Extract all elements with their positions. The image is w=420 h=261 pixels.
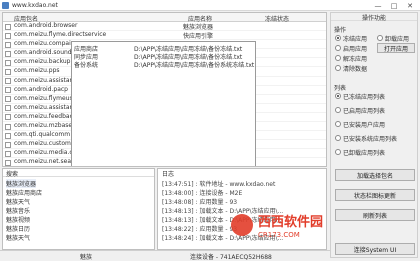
radio-clear-data[interactable]	[335, 65, 341, 71]
row-checkbox[interactable]	[5, 159, 11, 166]
row-package: com.android.pacp	[14, 85, 68, 93]
radio-enable[interactable]	[335, 45, 341, 51]
load-package-button[interactable]: 加载选择包名	[335, 169, 415, 181]
row-app-name: 魅族浏览器	[182, 24, 213, 31]
popup-row[interactable]: 同步应用 D:\APP\冻结应用\应用冻结\备份冻结.txt	[72, 52, 255, 61]
table-row[interactable]: com.android.browser 魅族浏览器	[3, 22, 326, 32]
row-checkbox[interactable]	[5, 114, 11, 121]
radio-clear-data-label: 清除数据	[343, 66, 368, 73]
window-title: www.kxdao.net	[12, 2, 58, 9]
status-bar: 魅族 连接设备 - 741AECQ52H688	[0, 250, 330, 261]
row-checkbox[interactable]	[5, 123, 11, 130]
open-app-button[interactable]: 打开应用	[377, 43, 415, 53]
watermark-subtext: CR173.COM	[258, 231, 300, 239]
update-statusbar-button[interactable]: 状态栏图标更新	[335, 189, 415, 201]
row-checkbox[interactable]	[5, 132, 11, 139]
maximize-button[interactable]: □	[386, 0, 402, 11]
popup-row[interactable]: 应用商店 D:\APP\冻结应用\应用冻结\备份冻结.txt	[72, 44, 255, 53]
popup-row[interactable]: 备份系统 D:\APP\冻结应用\应用冻结\备份系统冻结.txt	[72, 60, 255, 69]
row-package: com.meizu.pps	[14, 67, 60, 75]
radio-enable-label: 启用应用	[343, 46, 368, 53]
row-checkbox[interactable]	[5, 78, 11, 85]
radio-uninstalled-list[interactable]	[335, 149, 341, 155]
radio-user-apps[interactable]	[335, 121, 341, 127]
log-line: [13:48:22] : 应用数量 - 93	[162, 226, 238, 233]
watermark-text: 西西软件园	[258, 214, 323, 230]
row-package: com.meizu.assistant	[14, 103, 76, 111]
row-package: com.meizu.feedback	[14, 112, 77, 120]
list-item[interactable]: 魅族音乐	[6, 206, 30, 215]
radio-uninstall-label: 卸载应用	[385, 36, 410, 43]
log-header: 日志	[162, 171, 175, 178]
app-icon	[2, 2, 9, 9]
operation-group-label: 操作	[334, 27, 347, 34]
operations-title: 操作功能	[331, 13, 417, 22]
radio-user-apps-label: 已安装用户应用	[343, 122, 386, 129]
radio-enabled-list[interactable]	[335, 107, 341, 113]
list-group-label: 列表	[334, 85, 347, 92]
list-item[interactable]: 魅族天气	[6, 233, 30, 242]
package-table: 应用包名 应用名称 冻结状态 com.android.browser 魅族浏览器 c…	[2, 12, 327, 167]
row-checkbox[interactable]	[5, 32, 11, 39]
row-checkbox[interactable]	[5, 50, 11, 57]
connect-systemui-button[interactable]: 连接System UI	[335, 243, 415, 255]
radio-uninstalled-list-label: 已卸载应用列表	[343, 150, 386, 157]
radio-freeze[interactable]	[335, 35, 341, 41]
log-line: [13:47:51] : 软件地址 - www.kxdao.net	[162, 181, 276, 188]
radio-freeze-label: 冻结应用	[343, 36, 368, 43]
close-button[interactable]: ✕	[402, 0, 418, 11]
radio-frozen-list[interactable]	[335, 93, 341, 99]
list-item[interactable]: 魅族应用商店	[6, 188, 42, 197]
row-package: com.meizu.flyme.directservice	[14, 31, 107, 39]
table-header: 应用包名 应用名称 冻结状态	[3, 13, 326, 23]
popup-row-path: D:\APP\冻结应用\应用冻结\备份系统冻结.txt	[134, 62, 255, 69]
minimize-button[interactable]: —	[370, 0, 386, 11]
category-list-header: 搜索	[3, 169, 154, 178]
log-line: [13:48:08] : 应用数量 - 93	[162, 199, 238, 206]
row-package: com.meizu.assistant	[14, 76, 76, 84]
title-bar: www.kxdao.net — □ ✕	[0, 0, 420, 11]
list-item[interactable]: 魅族日历	[6, 224, 30, 233]
row-checkbox[interactable]	[5, 150, 11, 157]
row-package: com.meizu.flymeuser	[14, 94, 79, 102]
radio-uninstall[interactable]	[377, 35, 383, 41]
file-list-popup: 应用商店 D:\APP\冻结应用\应用冻结\备份冻结.txt 同步应用 D:\A…	[71, 41, 256, 166]
row-checkbox[interactable]	[5, 87, 11, 94]
radio-unfreeze[interactable]	[335, 55, 341, 61]
app-category-list: 搜索 魅族浏览器 魅族应用商店 魅族天气 魅族音乐 魅族视频 魅族日历 魅族天气	[2, 168, 155, 250]
row-checkbox[interactable]	[5, 41, 11, 48]
row-checkbox[interactable]	[5, 23, 11, 30]
popup-row-label: 备份系统	[74, 62, 99, 69]
list-item[interactable]: 魅族浏览器	[6, 179, 37, 188]
row-checkbox[interactable]	[5, 68, 11, 75]
row-package: com.qti.qualcomm	[14, 131, 71, 139]
row-checkbox[interactable]	[5, 59, 11, 66]
radio-frozen-list-label: 已冻结应用列表	[343, 94, 386, 101]
row-checkbox[interactable]	[5, 96, 11, 103]
radio-enabled-list-label: 已启用应用列表	[343, 108, 386, 115]
row-package: com.meizu.backup	[14, 58, 71, 66]
log-line: [13:48:00] : 连接设备 - M2E	[162, 190, 243, 197]
row-checkbox[interactable]	[5, 105, 11, 112]
table-row[interactable]: com.meizu.flyme.directservice 快应用引擎	[3, 31, 326, 41]
row-checkbox[interactable]	[5, 141, 11, 148]
radio-system-apps-label: 已安装系统应用列表	[343, 136, 398, 143]
list-item[interactable]: 魅族视频	[6, 215, 30, 224]
row-package: com.android.browser	[14, 22, 78, 29]
radio-unfreeze-label: 解冻应用	[343, 56, 368, 63]
list-item[interactable]: 魅族天气	[6, 197, 30, 206]
watermark-logo: 西西软件园 CR173.COM	[231, 214, 323, 239]
row-package: com.meizu.compaign	[14, 40, 79, 48]
row-app-name: 快应用引擎	[182, 33, 213, 41]
radio-system-apps[interactable]	[335, 135, 341, 141]
